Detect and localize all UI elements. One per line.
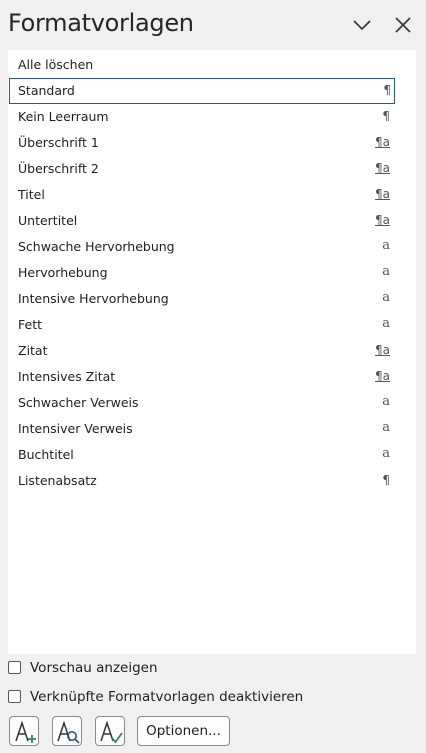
character-style-icon: a: [382, 238, 390, 253]
paragraph-style-icon: ¶: [382, 473, 390, 487]
style-item-label: Schwache Hervorhebung: [18, 239, 175, 254]
style-item-label: Titel: [18, 187, 45, 202]
linked-style-icon: ¶a: [375, 369, 390, 383]
style-item[interactable]: Kein Leerraum ¶: [8, 104, 416, 130]
linked-styles-checkbox[interactable]: [8, 690, 21, 703]
style-item-label: Intensives Zitat: [18, 369, 116, 384]
new-style-button[interactable]: [9, 716, 39, 746]
style-item[interactable]: Buchtitel a: [8, 442, 416, 468]
style-item-label: Fett: [18, 317, 42, 332]
preview-checkbox[interactable]: [8, 661, 21, 674]
style-item[interactable]: Überschrift 1 ¶a: [8, 130, 416, 156]
style-item-label: Schwacher Verweis: [18, 395, 139, 410]
style-item[interactable]: Alle löschen: [8, 52, 416, 78]
new-style-icon: [15, 720, 36, 743]
close-icon: [395, 17, 411, 33]
pane-header: Formatvorlagen: [0, 0, 426, 50]
linked-styles-checkbox-row[interactable]: Verknüpfte Formatvorlagen deaktivieren: [8, 689, 308, 707]
style-item[interactable]: Intensive Hervorhebung a: [8, 286, 416, 312]
style-item-label: Intensive Hervorhebung: [18, 291, 169, 306]
style-item[interactable]: Zitat ¶a: [8, 338, 416, 364]
style-item-label: Überschrift 2: [18, 161, 99, 176]
style-list[interactable]: Alle löschen Standard ¶ Kein Leerraum ¶ Übers…: [8, 50, 416, 654]
style-item-label: Hervorhebung: [18, 265, 108, 280]
style-item-label: Buchtitel: [18, 447, 74, 462]
close-pane-button[interactable]: [392, 14, 414, 36]
style-item-label: Kein Leerraum: [18, 109, 109, 124]
style-item[interactable]: Standard ¶: [9, 78, 395, 104]
style-item-label: Intensiver Verweis: [18, 421, 133, 436]
options-button[interactable]: Optionen...: [137, 716, 230, 746]
preview-checkbox-row[interactable]: Vorschau anzeigen: [8, 660, 168, 678]
style-item-label: Listenabsatz: [18, 473, 97, 488]
character-style-icon: a: [382, 446, 390, 461]
style-item[interactable]: Schwache Hervorhebung a: [8, 234, 416, 260]
style-item-label: Überschrift 1: [18, 135, 99, 150]
style-item[interactable]: Intensives Zitat ¶a: [8, 364, 416, 390]
style-item[interactable]: Hervorhebung a: [8, 260, 416, 286]
style-inspector-button[interactable]: [52, 716, 82, 746]
linked-style-icon: ¶a: [375, 213, 390, 227]
style-item[interactable]: Schwacher Verweis a: [8, 390, 416, 416]
character-style-icon: a: [382, 394, 390, 409]
style-item[interactable]: Intensiver Verweis a: [8, 416, 416, 442]
character-style-icon: a: [382, 316, 390, 331]
linked-style-icon: ¶a: [375, 135, 390, 149]
chevron-down-icon: [353, 20, 371, 31]
style-item-label: Standard: [18, 83, 75, 98]
linked-style-icon: ¶a: [375, 161, 390, 175]
preview-label: Vorschau anzeigen: [30, 660, 158, 676]
style-item[interactable]: Fett a: [8, 312, 416, 338]
character-style-icon: a: [382, 290, 390, 305]
paragraph-style-icon: ¶: [382, 109, 390, 123]
manage-styles-icon: [100, 720, 123, 744]
character-style-icon: a: [382, 264, 390, 279]
pane-title: Formatvorlagen: [8, 9, 194, 37]
style-item[interactable]: Überschrift 2 ¶a: [8, 156, 416, 182]
linked-styles-label: Verknüpfte Formatvorlagen deaktivieren: [30, 689, 304, 705]
pane-options-button[interactable]: [351, 14, 373, 36]
style-item[interactable]: Titel ¶a: [8, 182, 416, 208]
style-item-label: Zitat: [18, 343, 48, 358]
style-item[interactable]: Untertitel ¶a: [8, 208, 416, 234]
linked-style-icon: ¶a: [375, 187, 390, 201]
style-item-label: Untertitel: [18, 213, 78, 228]
character-style-icon: a: [382, 420, 390, 435]
manage-styles-button[interactable]: [95, 716, 125, 746]
paragraph-style-icon: ¶: [383, 83, 391, 97]
style-item-label: Alle löschen: [18, 57, 94, 72]
linked-style-icon: ¶a: [375, 343, 390, 357]
style-inspector-icon: [57, 720, 80, 744]
style-item[interactable]: Listenabsatz ¶: [8, 468, 416, 494]
